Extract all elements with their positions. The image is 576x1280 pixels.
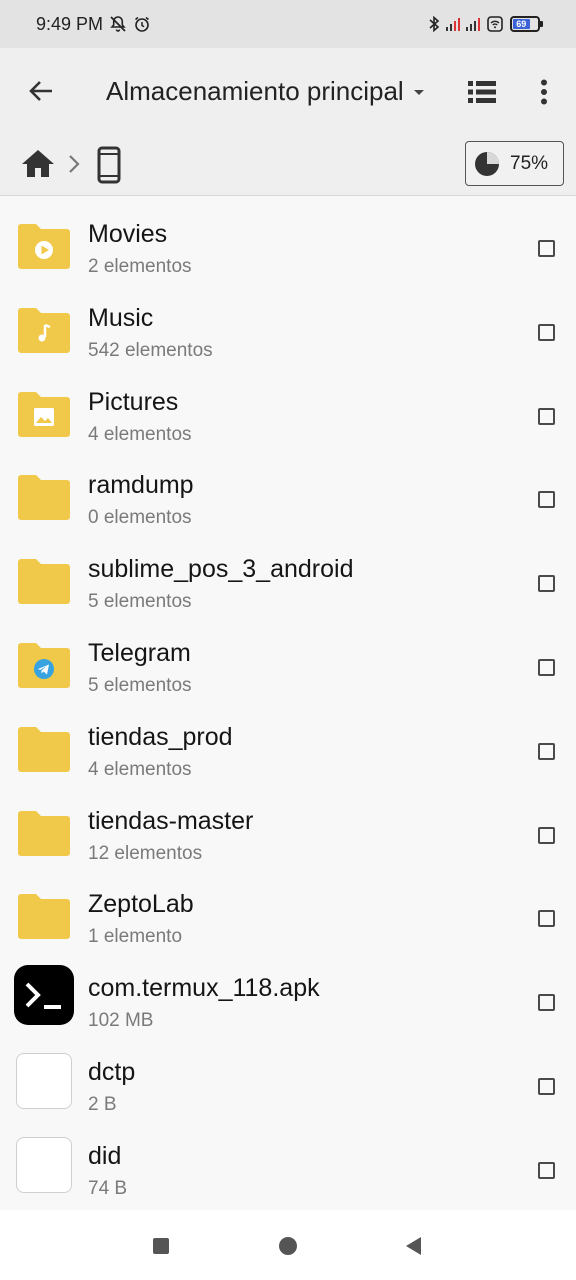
list-item[interactable]: tiendas-master 12 elementos (0, 784, 576, 868)
folder-video-icon (18, 224, 70, 269)
battery-level: 69 (513, 19, 530, 29)
file-meta: 2 elementos (88, 256, 192, 277)
file-meta: 0 elementos (88, 507, 192, 529)
file-name: com.termux_118.apk (88, 974, 320, 1003)
select-checkbox[interactable] (538, 575, 555, 593)
file-meta: 4 elementos (88, 758, 192, 780)
signal-strength-icon (446, 17, 460, 31)
app-bar: Almacenamiento principal (0, 48, 576, 132)
list-item[interactable]: sublime_pos_3_android 5 elementos (0, 532, 576, 616)
file-meta: 102 MB (88, 1010, 154, 1032)
list-item[interactable]: tiendas_prod 4 elementos (0, 700, 576, 784)
list-item[interactable]: Movies 2 elementos (0, 197, 576, 281)
select-checkbox[interactable] (538, 1077, 555, 1095)
file-name: Music (88, 303, 154, 332)
file-name: tiendas-master (88, 806, 254, 835)
list-item[interactable]: did 74 B (0, 1119, 576, 1203)
more-vert-icon (541, 79, 547, 105)
folder-icon (18, 726, 70, 772)
home-icon[interactable] (20, 146, 56, 182)
select-checkbox[interactable] (538, 742, 555, 760)
folder-icon (18, 810, 70, 856)
back-button[interactable] (20, 70, 62, 112)
arrow-left-icon (29, 81, 52, 101)
file-name: ramdump (88, 471, 194, 500)
list-item[interactable]: Music 542 elementos (0, 281, 576, 365)
status-bar: 9:49 PM 69 (0, 0, 576, 48)
list-item[interactable]: com.termux_118.apk 102 MB (0, 951, 576, 1035)
back-triangle-icon[interactable] (406, 1237, 421, 1255)
folder-telegram-icon (18, 642, 70, 688)
file-meta: 74 B (88, 1177, 128, 1199)
select-checkbox[interactable] (538, 658, 555, 676)
select-checkbox[interactable] (538, 1161, 555, 1179)
file-name: Telegram (88, 638, 191, 667)
file-meta: 5 elementos (88, 591, 192, 613)
page-title: Almacenamiento principal (106, 75, 404, 106)
list-item[interactable]: Telegram 5 elementos (0, 616, 576, 700)
phone-icon[interactable] (94, 146, 124, 184)
storage-selector[interactable]: Almacenamiento principal (106, 70, 424, 112)
file-list: Movies 2 elementos Music 542 elementos P… (0, 197, 576, 1203)
clock: 9:49 PM (36, 13, 104, 34)
wifi-icon (487, 16, 503, 32)
bell-off-icon (110, 16, 126, 32)
file-name: Movies (88, 220, 168, 248)
file-meta: 1 elemento (88, 926, 183, 948)
file-name: did (88, 1141, 122, 1170)
more-options-button[interactable] (524, 72, 564, 112)
file-meta: 4 elementos (88, 423, 192, 445)
select-checkbox[interactable] (538, 491, 555, 509)
folder-image-icon (18, 391, 70, 437)
file-meta: 12 elementos (88, 842, 203, 864)
select-checkbox[interactable] (538, 910, 555, 928)
blank-file-icon (16, 1136, 72, 1193)
file-meta: 542 elementos (88, 339, 213, 361)
list-item[interactable]: ZeptoLab 1 elemento (0, 867, 576, 951)
select-checkbox[interactable] (538, 994, 555, 1012)
pie-chart-icon (475, 151, 499, 176)
termux-app-icon (14, 965, 74, 1026)
home-circle-icon[interactable] (279, 1237, 297, 1255)
list-item[interactable]: dctp 2 B (0, 1035, 576, 1119)
list-view-button[interactable] (462, 72, 502, 112)
list-view-icon (468, 81, 496, 103)
battery-icon: 69 (510, 16, 543, 32)
caret-down-icon (413, 89, 424, 95)
list-item[interactable]: ramdump 0 elementos (0, 448, 576, 532)
blank-file-icon (16, 1052, 72, 1109)
file-name: ZeptoLab (88, 890, 194, 919)
folder-icon (18, 894, 70, 940)
select-checkbox[interactable] (538, 407, 555, 425)
signal-strength-icon-2 (466, 17, 480, 31)
select-checkbox[interactable] (538, 826, 555, 844)
file-name: sublime_pos_3_android (88, 555, 354, 584)
status-left: 9:49 PM (36, 14, 151, 35)
file-meta: 2 B (88, 1093, 117, 1115)
status-right: 69 (428, 15, 543, 33)
file-name: Pictures (88, 387, 179, 416)
folder-icon (18, 559, 70, 605)
select-checkbox[interactable] (538, 323, 555, 341)
system-nav-bar (0, 1210, 576, 1280)
chevron-right-icon (69, 155, 80, 173)
file-name: tiendas_prod (88, 722, 233, 751)
list-item[interactable]: Pictures 4 elementos (0, 365, 576, 449)
select-checkbox[interactable] (538, 240, 555, 257)
bluetooth-icon (429, 15, 440, 33)
recents-square-icon[interactable] (153, 1238, 169, 1254)
file-name: dctp (88, 1057, 136, 1086)
storage-percent: 75% (510, 152, 549, 174)
storage-usage-button[interactable]: 75% (465, 141, 564, 186)
alarm-icon (135, 16, 150, 32)
folder-icon (18, 475, 70, 521)
folder-music-icon (18, 307, 70, 353)
file-meta: 5 elementos (88, 674, 192, 696)
